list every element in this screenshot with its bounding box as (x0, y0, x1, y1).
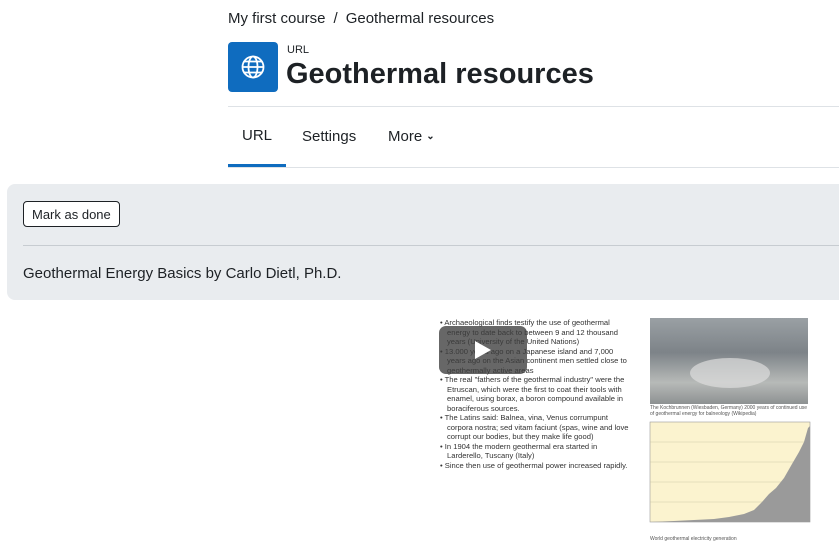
tab-url-label: URL (241, 127, 272, 144)
activity-divider (23, 245, 839, 246)
play-icon[interactable] (439, 326, 527, 374)
secondary-navigation: URL Settings More ⌄ (228, 107, 839, 168)
breadcrumb-separator: / (333, 10, 338, 27)
chevron-down-icon: ⌄ (426, 131, 435, 142)
slide-bullet: • The real "fathers of the geothermal in… (440, 375, 625, 413)
tab-url[interactable]: URL (228, 107, 286, 167)
slide-chart (649, 421, 811, 523)
breadcrumb-current: Geothermal resources (345, 10, 495, 27)
activity-type-label: URL (287, 44, 310, 56)
activity-information: Mark as done Geothermal Energy Basics by… (7, 184, 839, 300)
slide-photo-caption: The Kochbrunnen (Wiesbaden, Germany) 200… (650, 405, 808, 417)
slide-bullet: • In 1904 the modern geothermal era star… (440, 441, 598, 461)
slide-chart-caption: World geothermal electricity generation (650, 536, 737, 542)
page-title: Geothermal resources (286, 58, 594, 90)
tab-more[interactable]: More ⌄ (388, 107, 435, 166)
globe-icon (228, 42, 278, 92)
breadcrumb-course-link[interactable]: My first course (228, 10, 326, 27)
tab-settings[interactable]: Settings (302, 107, 356, 166)
slide-photo (650, 318, 808, 404)
tab-more-label: More (388, 128, 423, 145)
slide-bullet: • Since then use of geothermal power inc… (440, 460, 628, 470)
url-description: Geothermal Energy Basics by Carlo Dietl,… (23, 265, 342, 282)
mark-as-done-button[interactable]: Mark as done (23, 201, 120, 227)
embedded-video[interactable]: • Archaeological finds testify the use o… (428, 316, 830, 558)
breadcrumb: My first course / Geothermal resources (228, 10, 494, 27)
slide-bullet: • The Latins said: Balnea, vina, Venus c… (440, 413, 629, 441)
tab-settings-label: Settings (302, 128, 357, 145)
